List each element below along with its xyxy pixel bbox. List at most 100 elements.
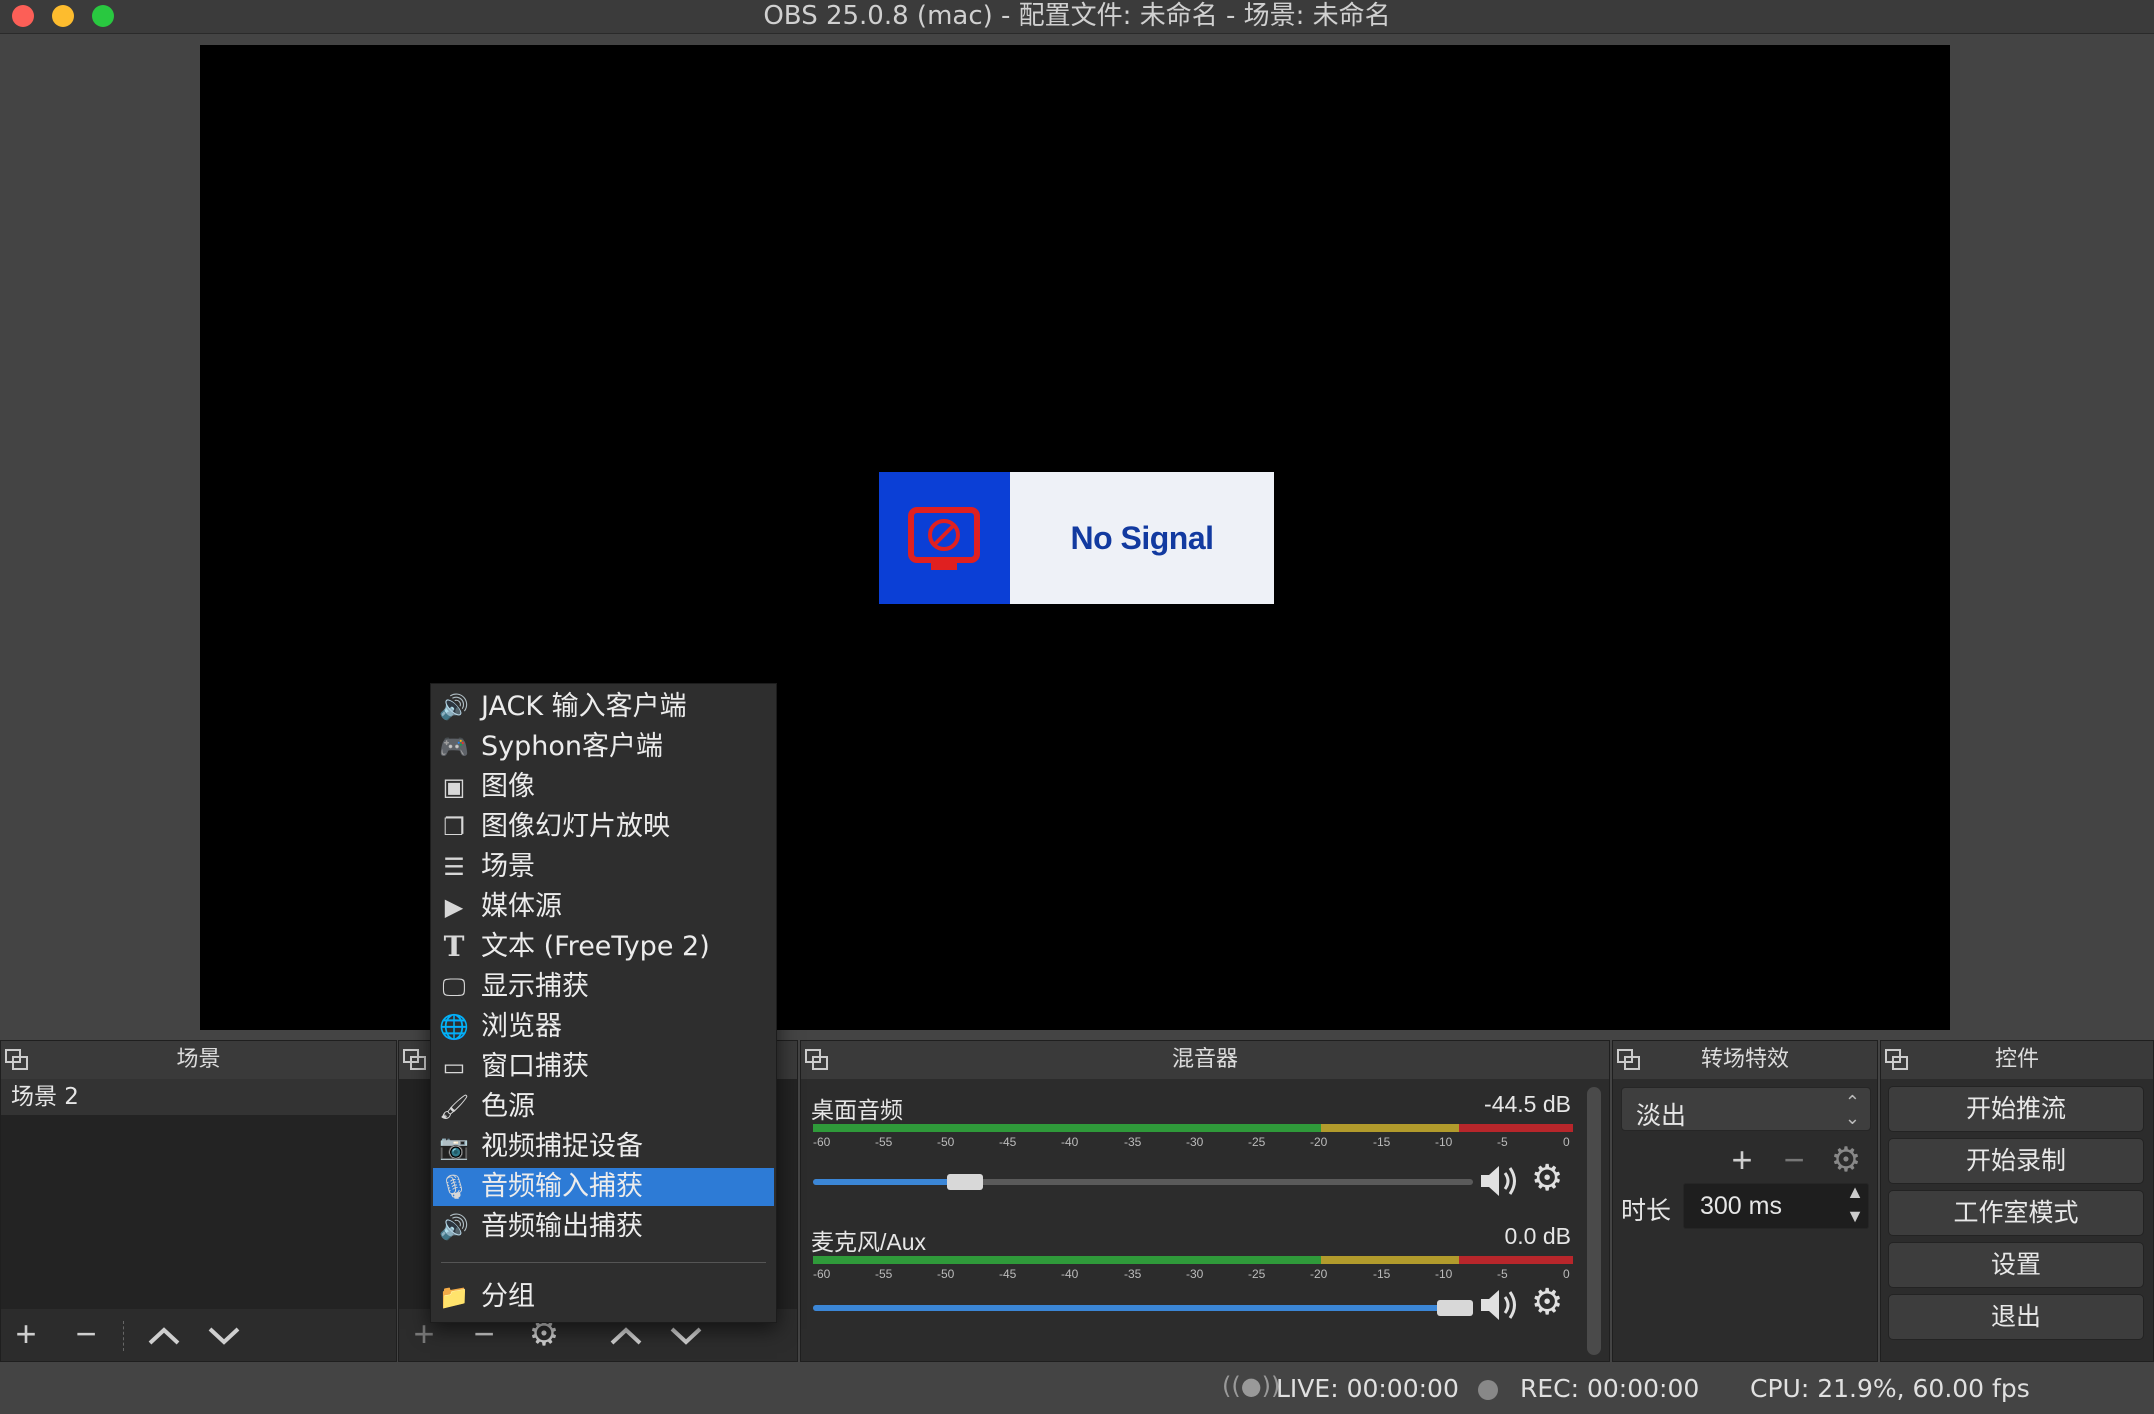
transitions-dock: 转场特效 淡出 ⌃ ⌄ + − ⚙ 时长 300 ms ▲ ▼ [1612,1040,1878,1362]
window-icon: ▭ [442,1053,466,1081]
menu-item-9[interactable]: ▭ 窗口捕获 [433,1048,774,1086]
menu-item-12[interactable]: 🎙 音频输入捕获 [433,1168,774,1206]
menu-item-label: 媒体源 [481,891,562,922]
monitor-icon: 🖵 [442,973,466,1001]
scene-item[interactable]: 场景 2 [1,1079,396,1115]
speaker-icon: 🔊 [439,693,469,721]
menu-item-4[interactable]: ☰ 场景 [433,848,774,886]
no-signal-icon [879,472,1010,604]
rec-status: REC: 00:00:00 [1520,1374,1700,1403]
spin-down-icon[interactable]: ▼ [1846,1206,1864,1227]
menu-item-label: 图像 [481,771,535,802]
start-recording-button[interactable]: 开始录制 [1888,1138,2144,1184]
remove-transition-button[interactable]: − [1769,1137,1819,1183]
add-scene-button[interactable]: + [1,1311,51,1357]
volume-meter [813,1124,1573,1132]
undock-icon[interactable] [5,1049,29,1071]
settings-button[interactable]: 设置 [1888,1242,2144,1288]
duration-spinbox[interactable]: 300 ms ▲ ▼ [1683,1182,1869,1229]
microphone-icon: 🎙 [439,1173,470,1201]
chevron-up-icon [610,1327,642,1345]
meter-scale: -60 -55 -50 -45 -40 -35 -30 -25 -20 -15 … [813,1267,1570,1281]
menu-item-8[interactable]: 🌐 浏览器 [433,1008,774,1046]
undock-icon[interactable] [1885,1049,1909,1071]
mute-button[interactable] [1477,1285,1523,1325]
live-status: LIVE: 00:00:00 [1276,1374,1459,1403]
move-scene-up-button[interactable] [139,1311,189,1357]
channel-settings-gear-icon[interactable]: ⚙ [1531,1281,1563,1323]
mixer-channel-mic-aux: 麦克风/Aux 0.0 dB -60 -55 -50 -45 -40 -35 -… [801,1213,1581,1341]
speaker-icon [1481,1166,1516,1196]
speaker-icon [1481,1290,1516,1320]
add-source-menu: 🔊 JACK 输入客户端 🎮 Syphon客户端 ▣ 图像 ❐ 图像幻灯片放映 ☰ 场景 ▶ 媒体源 T… [430,683,777,1323]
meter-scale: -60 -55 -50 -45 -40 -35 -30 -25 -20 -15 … [813,1135,1570,1149]
menu-item-label: 色源 [481,1091,535,1122]
mixer-dock-title: 混音器 [1171,1047,1238,1072]
undock-icon[interactable] [403,1049,427,1071]
broadcast-icon: ((●)) [1222,1372,1281,1400]
menu-item-label: 显示捕获 [481,971,589,1002]
menu-item-14[interactable]: 📁 分组 [433,1278,774,1316]
play-icon: ▶ [444,893,464,921]
menu-item-label: 分组 [481,1281,535,1312]
volume-slider-knob[interactable] [1437,1300,1473,1316]
spin-up-icon[interactable]: ▲ [1846,1182,1864,1203]
text-icon: T [443,930,465,963]
camera-icon: 📷 [439,1133,469,1161]
brush-icon: 🖌 [439,1093,470,1121]
mixer-channel-desktop-audio: 桌面音频 -44.5 dB -60 -55 -50 -45 -40 -35 -3… [801,1081,1581,1209]
menu-item-11[interactable]: 📷 视频捕捉设备 [433,1128,774,1166]
menu-item-label: JACK 输入客户端 [481,691,687,722]
menu-item-label: 场景 [481,851,535,882]
menu-item-label: 浏览器 [481,1011,562,1042]
volume-slider-fill [813,1179,965,1185]
menu-item-13[interactable]: 🔊 音频输出捕获 [433,1208,774,1246]
no-signal-card: No Signal [879,472,1274,604]
mixer-scrollbar[interactable] [1587,1087,1601,1355]
duration-label: 时长 [1621,1196,1672,1225]
menu-item-label: 图像幻灯片放映 [481,811,670,842]
mute-button[interactable] [1477,1161,1523,1201]
menu-item-label: Syphon客户端 [481,731,663,762]
transitions-dock-header: 转场特效 [1613,1041,1877,1079]
studio-mode-button[interactable]: 工作室模式 [1888,1190,2144,1236]
volume-slider-knob[interactable] [947,1174,983,1190]
exit-button[interactable]: 退出 [1888,1294,2144,1340]
undock-icon[interactable] [805,1049,829,1071]
menu-item-10[interactable]: 🖌 色源 [433,1088,774,1126]
menu-item-2[interactable]: ▣ 图像 [433,768,774,806]
updown-chevron-icon: ⌃ ⌄ [1844,1092,1860,1128]
controls-dock-title: 控件 [1994,1047,2039,1072]
toolbar-divider [123,1321,124,1351]
transition-properties-gear-icon[interactable]: ⚙ [1821,1137,1871,1183]
cpu-status: CPU: 21.9%, 60.00 fps [1750,1374,2030,1403]
transition-select[interactable]: 淡出 ⌃ ⌄ [1621,1087,1871,1131]
menu-item-6[interactable]: T 文本 (FreeType 2) [433,928,774,966]
menu-item-label: 文本 (FreeType 2) [481,931,710,962]
record-dot-icon [1478,1380,1498,1400]
menu-item-7[interactable]: 🖵 显示捕获 [433,968,774,1006]
folder-icon: 📁 [439,1283,469,1311]
volume-meter [813,1256,1573,1264]
menu-item-1[interactable]: 🎮 Syphon客户端 [433,728,774,766]
scenes-dock: 场景 场景 2 + − [0,1040,397,1362]
menu-item-0[interactable]: 🔊 JACK 输入客户端 [433,688,774,726]
scenes-dock-header: 场景 [1,1041,396,1079]
window-title: OBS 25.0.8 (mac) - 配置文件: 未命名 - 场景: 未命名 [763,1,1391,31]
channel-name: 桌面音频 [811,1097,903,1123]
menu-item-label: 视频捕捉设备 [481,1131,643,1162]
chevron-up-icon [148,1327,180,1345]
controls-dock-header: 控件 [1881,1041,2153,1079]
add-transition-button[interactable]: + [1717,1137,1767,1183]
remove-scene-button[interactable]: − [61,1311,111,1357]
list-icon: ☰ [443,853,465,881]
start-streaming-button[interactable]: 开始推流 [1888,1086,2144,1132]
menu-separator [441,1262,766,1263]
menu-item-5[interactable]: ▶ 媒体源 [433,888,774,926]
undock-icon[interactable] [1617,1049,1641,1071]
scenes-list[interactable]: 场景 2 [1,1079,396,1309]
no-signal-label: No Signal [1070,520,1214,556]
channel-settings-gear-icon[interactable]: ⚙ [1531,1157,1563,1199]
move-scene-down-button[interactable] [199,1311,249,1357]
menu-item-3[interactable]: ❐ 图像幻灯片放映 [433,808,774,846]
